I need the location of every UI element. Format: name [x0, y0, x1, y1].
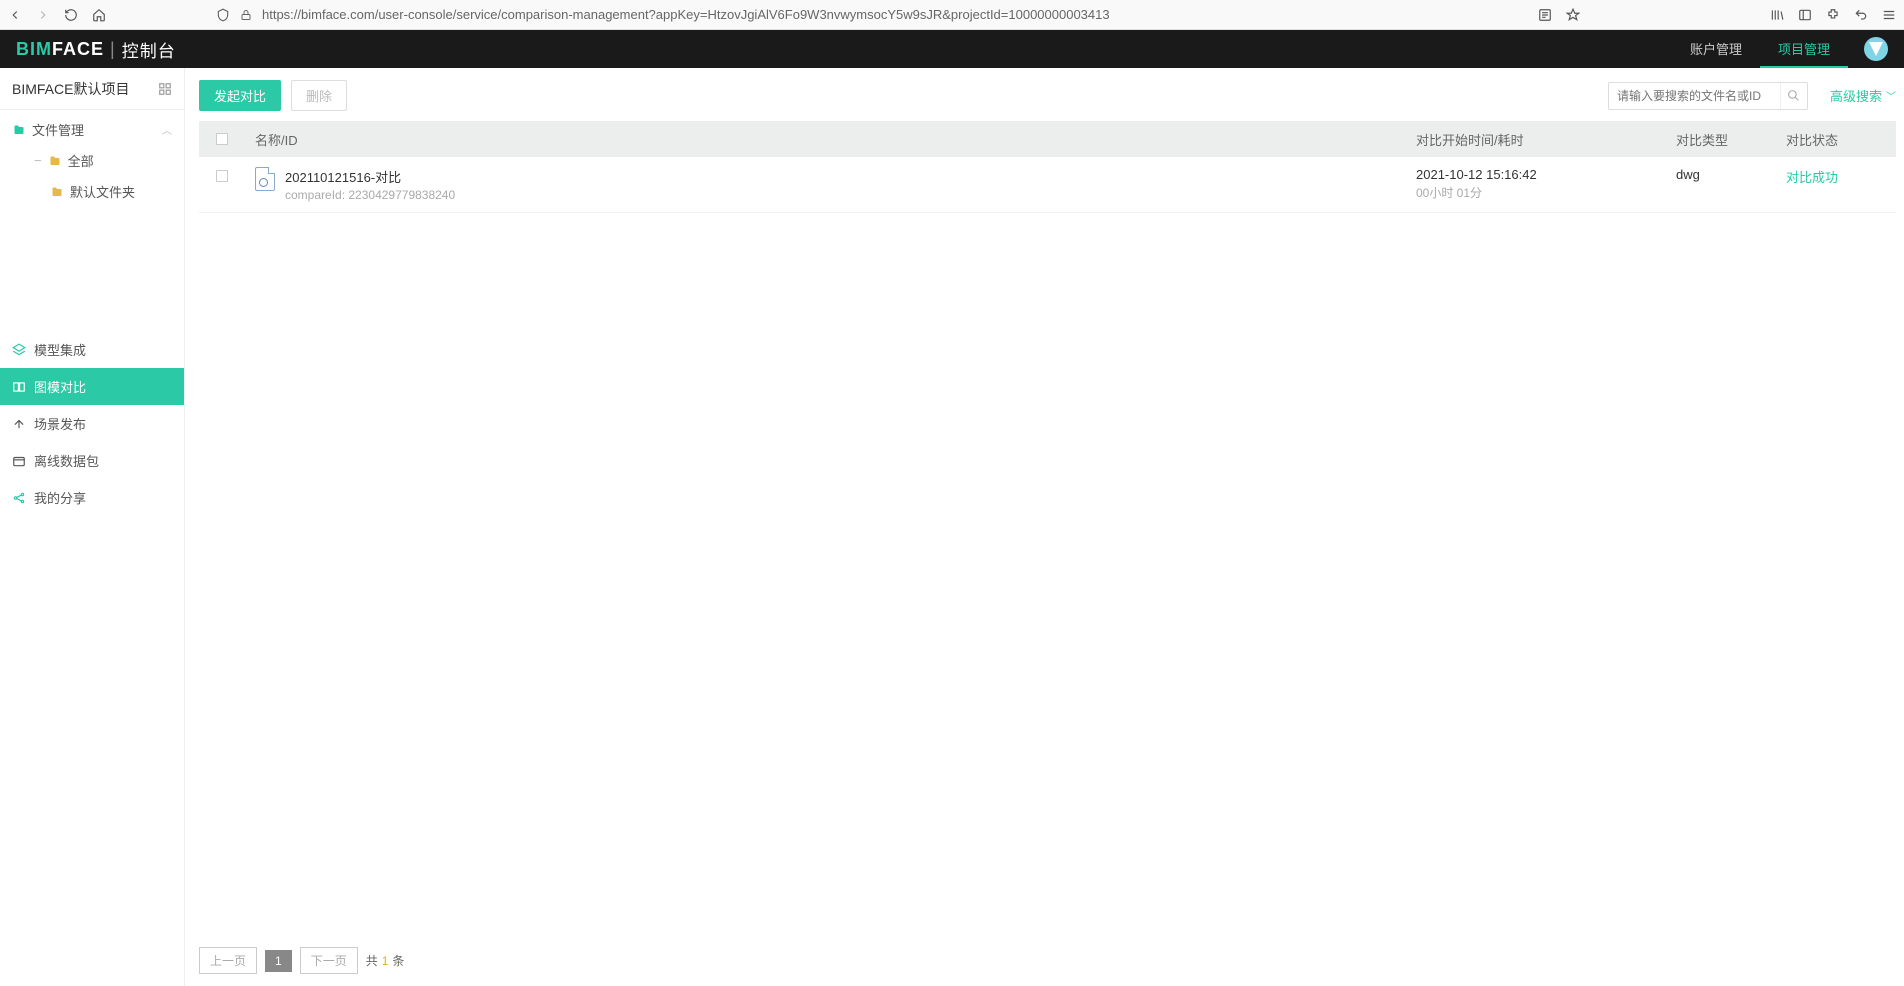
nav-label: 我的分享: [34, 488, 86, 507]
start-compare-button[interactable]: 发起对比: [199, 80, 281, 111]
nav-offline-package[interactable]: 离线数据包: [0, 442, 184, 479]
lock-icon[interactable]: [240, 9, 252, 21]
nav-my-share[interactable]: 我的分享: [0, 479, 184, 516]
url-text[interactable]: https://bimface.com/user-console/service…: [262, 7, 1110, 22]
search-icon[interactable]: [1780, 83, 1807, 109]
nav-compare[interactable]: 图模对比: [0, 368, 184, 405]
tree-all[interactable]: − 全部: [16, 145, 184, 176]
layers-icon: [12, 343, 26, 357]
tree-label: 文件管理: [32, 120, 84, 139]
undo-icon[interactable]: [1854, 8, 1868, 22]
chevron-up-icon: ︿: [162, 122, 172, 137]
row-checkbox[interactable]: [216, 170, 228, 182]
browser-toolbar: https://bimface.com/user-console/service…: [0, 0, 1904, 30]
th-name: 名称/ID: [245, 130, 1416, 149]
project-name: BIMFACE默认项目: [12, 79, 129, 99]
library-icon[interactable]: [1770, 8, 1784, 22]
nav-label: 模型集成: [34, 340, 86, 359]
reload-icon[interactable]: [64, 8, 78, 22]
folder-icon: [48, 155, 62, 167]
nav-model-integration[interactable]: 模型集成: [0, 331, 184, 368]
folder-icon: [12, 124, 26, 136]
back-icon[interactable]: [8, 8, 22, 22]
project-selector[interactable]: BIMFACE默认项目: [0, 68, 184, 110]
logo-face: FACE: [52, 39, 104, 60]
tree-label: 全部: [68, 151, 94, 170]
home-icon[interactable]: [92, 8, 106, 22]
advanced-search-label: 高级搜索: [1830, 86, 1882, 105]
logo-console: 控制台: [122, 37, 176, 62]
toolbar: 发起对比 删除 高级搜索 ﹀: [199, 80, 1896, 111]
page-number[interactable]: 1: [265, 950, 292, 972]
app-header: BIMFACE | 控制台 账户管理 项目管理: [0, 30, 1904, 68]
logo-bim: BIM: [16, 39, 52, 60]
nav-label: 场景发布: [34, 414, 86, 433]
row-duration: 00小时 01分: [1416, 184, 1676, 201]
compare-icon: [12, 380, 26, 394]
pagination: 上一页 1 下一页 共1条: [199, 937, 1896, 978]
package-icon: [12, 454, 26, 468]
tree-default-folder[interactable]: 默认文件夹: [16, 176, 184, 207]
extension-icon[interactable]: [1826, 8, 1840, 22]
minus-icon: −: [34, 153, 42, 168]
th-status: 对比状态: [1786, 130, 1896, 149]
th-time: 对比开始时间/耗时: [1416, 130, 1676, 149]
menu-icon[interactable]: [1882, 8, 1896, 22]
row-status: 对比成功: [1786, 167, 1896, 186]
avatar[interactable]: [1864, 37, 1888, 61]
table-row[interactable]: 202110121516-对比 compareId: 2230429779838…: [199, 157, 1896, 213]
publish-icon: [12, 417, 26, 431]
tab-account[interactable]: 账户管理: [1672, 30, 1760, 68]
bookmark-icon[interactable]: [1566, 8, 1580, 22]
grid-icon[interactable]: [158, 82, 172, 96]
share-icon: [12, 491, 26, 505]
search-input[interactable]: [1609, 89, 1780, 103]
tree-file-management[interactable]: 文件管理 ︿: [0, 114, 184, 145]
tab-project[interactable]: 项目管理: [1760, 30, 1848, 68]
tree-label: 默认文件夹: [70, 182, 135, 201]
main-content: 发起对比 删除 高级搜索 ﹀ 名称/ID 对比开始时间/耗时 对比类型 对比状态: [185, 68, 1904, 986]
nav-label: 离线数据包: [34, 451, 99, 470]
forward-icon[interactable]: [36, 8, 50, 22]
page-total: 共1条: [366, 952, 405, 969]
logo[interactable]: BIMFACE | 控制台: [16, 37, 176, 62]
next-page-button[interactable]: 下一页: [300, 947, 358, 974]
select-all-checkbox[interactable]: [216, 133, 228, 145]
table-header: 名称/ID 对比开始时间/耗时 对比类型 对比状态: [199, 121, 1896, 157]
advanced-search-link[interactable]: 高级搜索 ﹀: [1830, 86, 1896, 105]
folder-icon: [50, 186, 64, 198]
row-type: dwg: [1676, 167, 1786, 182]
file-icon: [255, 167, 275, 191]
compare-table: 名称/ID 对比开始时间/耗时 对比类型 对比状态 202110121516-对…: [199, 121, 1896, 213]
row-time: 2021-10-12 15:16:42: [1416, 167, 1676, 182]
delete-button[interactable]: 删除: [291, 80, 347, 111]
search-box[interactable]: [1608, 82, 1808, 110]
nav-label: 图模对比: [34, 377, 86, 396]
nav-scene-publish[interactable]: 场景发布: [0, 405, 184, 442]
sidebar: BIMFACE默认项目 文件管理 ︿ − 全部: [0, 68, 185, 986]
th-type: 对比类型: [1676, 130, 1786, 149]
shield-icon[interactable]: [216, 8, 230, 22]
prev-page-button[interactable]: 上一页: [199, 947, 257, 974]
reader-icon[interactable]: [1538, 8, 1552, 22]
row-id: compareId: 2230429779838240: [285, 188, 455, 202]
chevron-down-icon: ﹀: [1886, 88, 1896, 103]
row-name: 202110121516-对比: [285, 167, 455, 186]
sidebar-toggle-icon[interactable]: [1798, 8, 1812, 22]
